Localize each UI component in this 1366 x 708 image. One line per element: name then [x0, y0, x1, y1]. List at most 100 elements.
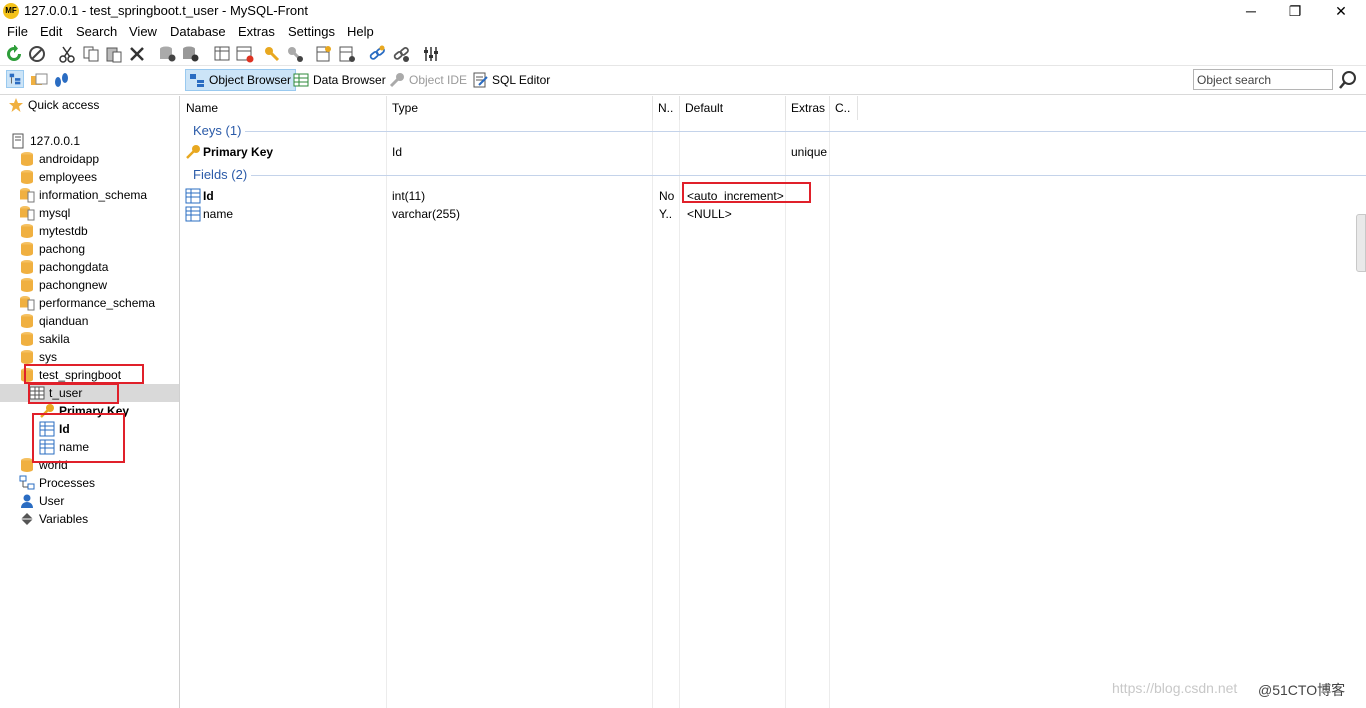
side-scroll-handle[interactable] — [1356, 214, 1366, 272]
field-name: name — [203, 207, 234, 221]
highlight-box-table — [28, 383, 119, 404]
minimize-button[interactable]: ─ — [1228, 0, 1274, 22]
object-search-input[interactable] — [1193, 69, 1333, 90]
host-item[interactable]: 127.0.0.1 — [10, 132, 80, 150]
db-item[interactable]: mytestdb — [19, 222, 88, 240]
field-row-name[interactable]: Id — [185, 187, 214, 205]
column-header-comment[interactable]: C.. — [830, 96, 858, 120]
key-row-name[interactable]: Primary Key — [185, 143, 273, 161]
menu-extras[interactable]: Extras — [238, 24, 275, 39]
db-label: sakila — [39, 332, 70, 346]
app-logo-icon: MF — [3, 3, 19, 19]
quick-access-item[interactable]: Quick access — [8, 96, 99, 114]
field-row-default: <NULL> — [687, 207, 732, 221]
db-item[interactable]: androidapp — [19, 150, 99, 168]
column-divider — [679, 120, 680, 708]
db-label: androidapp — [39, 152, 100, 166]
sql-editor-icon — [473, 72, 488, 88]
cut-icon[interactable] — [58, 45, 76, 63]
variables-label: Variables — [39, 512, 89, 526]
database-remove-icon[interactable] — [181, 45, 199, 63]
db-item[interactable]: pachong — [19, 240, 85, 258]
database-icon — [21, 170, 33, 184]
table-remove-icon[interactable] — [236, 45, 254, 63]
table-icon[interactable] — [214, 45, 232, 63]
window-title: 127.0.0.1 - test_springboot.t_user - MyS… — [24, 3, 308, 18]
user-item[interactable]: User — [19, 492, 64, 510]
key-row-extras: unique — [791, 145, 828, 159]
db-item[interactable]: sakila — [19, 330, 70, 348]
column-header-null[interactable]: N.. — [653, 96, 680, 120]
close-button[interactable]: ✕ — [1318, 0, 1364, 22]
footprints-icon[interactable] — [52, 71, 70, 89]
db-item[interactable]: mysql — [19, 204, 70, 222]
db-item[interactable]: pachongnew — [19, 276, 107, 294]
field-icon — [185, 206, 201, 222]
tab-data-browser[interactable]: Data Browser — [290, 69, 390, 91]
db-item[interactable]: qianduan — [19, 312, 88, 330]
folder-view-icon[interactable] — [30, 71, 48, 89]
highlight-box-database — [24, 364, 144, 384]
menu-database[interactable]: Database — [170, 24, 226, 39]
column-header-default[interactable]: Default — [680, 96, 786, 120]
fields-group-label[interactable]: Fields (2) — [193, 167, 247, 182]
search-icon[interactable] — [1338, 70, 1358, 90]
refresh-icon[interactable] — [5, 45, 23, 63]
delete-icon[interactable] — [128, 45, 146, 63]
db-item[interactable]: pachongdata — [19, 258, 108, 276]
menu-help[interactable]: Help — [347, 24, 374, 39]
database-icon — [21, 152, 33, 166]
keys-group-label[interactable]: Keys (1) — [193, 123, 241, 138]
db-label: pachongnew — [39, 278, 108, 292]
highlight-box-fields — [32, 413, 125, 463]
tab-sql-editor-label: SQL Editor — [492, 73, 551, 87]
database-icon — [21, 278, 33, 292]
tab-sql-editor[interactable]: SQL Editor — [469, 69, 554, 91]
stop-icon[interactable] — [28, 45, 46, 63]
tab-object-browser[interactable]: Object Browser — [185, 69, 297, 91]
field-remove-icon[interactable] — [338, 45, 356, 63]
restore-button[interactable]: ❐ — [1272, 0, 1318, 22]
menu-search[interactable]: Search — [76, 24, 117, 39]
key-row-type: Id — [392, 145, 403, 159]
object-tree: Quick access 127.0.0.1 androidapp employ… — [0, 96, 180, 708]
link-remove-icon[interactable] — [392, 45, 410, 63]
column-divider — [652, 120, 653, 708]
menu-settings[interactable]: Settings — [288, 24, 335, 39]
menu-file[interactable]: File — [7, 24, 28, 39]
db-item[interactable]: performance_schema — [19, 294, 155, 312]
db-item[interactable]: employees — [19, 168, 97, 186]
column-header-name[interactable]: Name — [181, 96, 387, 120]
tab-data-browser-label: Data Browser — [313, 73, 386, 87]
database-icon — [21, 350, 33, 364]
menu-view[interactable]: View — [129, 24, 157, 39]
variables-item[interactable]: Variables — [19, 510, 88, 528]
field-add-icon[interactable] — [315, 45, 333, 63]
user-icon — [21, 494, 33, 508]
column-header-type[interactable]: Type — [387, 96, 653, 120]
star-icon — [9, 98, 23, 112]
paste-icon[interactable] — [105, 45, 123, 63]
db-label: information_schema — [39, 188, 148, 202]
tree-view-icon[interactable] — [6, 70, 24, 88]
db-item[interactable]: information_schema — [19, 186, 147, 204]
quick-access-label: Quick access — [28, 98, 100, 112]
drop-database-icon[interactable] — [158, 45, 176, 63]
tab-object-browser-label: Object Browser — [209, 73, 292, 87]
copy-icon[interactable] — [82, 45, 100, 63]
database-icon — [21, 314, 33, 328]
title-bar: MF 127.0.0.1 - test_springboot.t_user - … — [0, 0, 1366, 22]
key-remove-icon[interactable] — [286, 45, 304, 63]
column-header-extras[interactable]: Extras — [786, 96, 830, 120]
menu-edit[interactable]: Edit — [40, 24, 62, 39]
db-label: mysql — [39, 206, 71, 220]
tab-object-ide[interactable]: Object IDE — [386, 69, 471, 91]
column-divider — [829, 120, 830, 708]
key-add-icon[interactable] — [263, 45, 281, 63]
processes-item[interactable]: Processes — [19, 474, 95, 492]
group-separator — [245, 131, 1366, 132]
link-add-icon[interactable] — [368, 45, 386, 63]
main-toolbar — [0, 42, 1366, 66]
settings-sliders-icon[interactable] — [422, 45, 440, 63]
field-row-name[interactable]: name — [185, 205, 233, 223]
